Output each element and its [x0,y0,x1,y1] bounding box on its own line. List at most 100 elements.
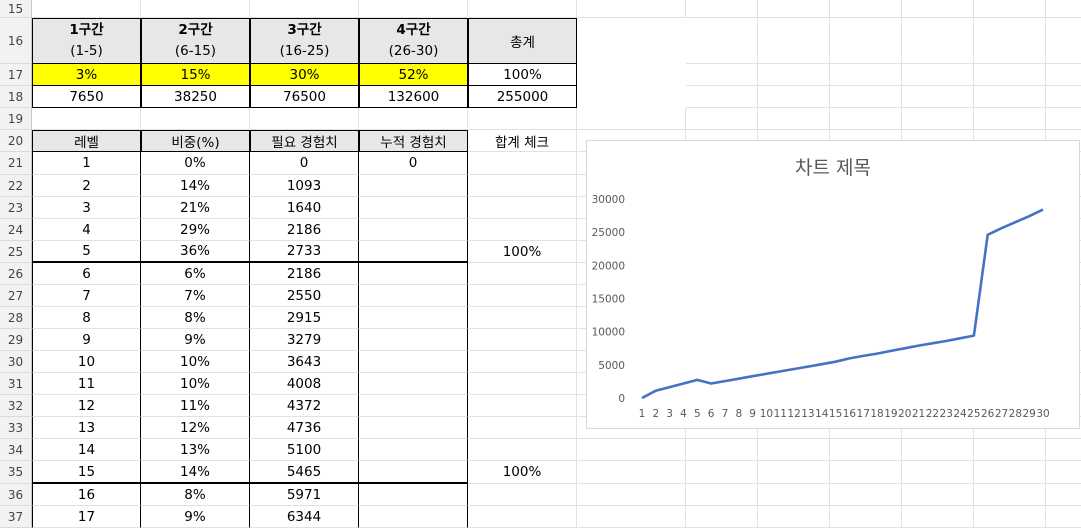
table-cell-cum[interactable] [359,219,468,241]
empty-cell[interactable] [830,0,902,18]
table-cell-level[interactable]: 6 [32,263,141,285]
empty-cell[interactable] [830,484,902,506]
section-header-2[interactable]: 2구간(6-15) [141,18,250,64]
empty-cell[interactable] [359,108,468,130]
empty-cell[interactable] [902,86,974,108]
table-cell-pct[interactable]: 14% [141,461,250,484]
table-cell-cum[interactable] [359,461,468,484]
table-cell-pct[interactable]: 21% [141,197,250,219]
table-cell-req[interactable]: 1640 [250,197,359,219]
sum-check-cell[interactable] [468,395,577,417]
table-cell-pct[interactable]: 9% [141,329,250,351]
table-cell-pct[interactable]: 12% [141,417,250,439]
table-cell-req[interactable]: 5465 [250,461,359,484]
empty-cell[interactable] [830,108,902,130]
empty-cell[interactable] [974,0,1046,18]
row-header[interactable]: 18 [0,86,32,108]
sum-check-cell[interactable] [468,484,577,506]
empty-cell[interactable] [577,506,686,528]
table-cell-level[interactable]: 16 [32,484,141,506]
section-amount-cell[interactable]: 76500 [250,86,359,108]
empty-cell[interactable] [468,108,577,130]
empty-cell[interactable] [902,484,974,506]
sum-check-cell[interactable] [468,329,577,351]
empty-cell[interactable] [1046,18,1081,64]
empty-cell[interactable] [830,439,902,461]
row-header[interactable]: 17 [0,64,32,86]
table-cell-cum[interactable] [359,506,468,528]
table-cell-cum[interactable] [359,241,468,263]
table-cell-req[interactable]: 6344 [250,506,359,528]
section-header-4[interactable]: 4구간(26-30) [359,18,468,64]
table-cell-level[interactable]: 4 [32,219,141,241]
section-percent-cell[interactable]: 30% [250,64,359,86]
sum-check-cell[interactable] [468,439,577,461]
table-cell-pct[interactable]: 6% [141,263,250,285]
row-header[interactable]: 15 [0,0,32,18]
row-header[interactable]: 26 [0,263,32,285]
sum-check-cell[interactable]: 100% [468,461,577,484]
row-header[interactable]: 28 [0,307,32,329]
empty-cell[interactable] [758,461,830,484]
sum-check-cell[interactable] [468,197,577,219]
sum-check-cell[interactable] [468,263,577,285]
empty-cell[interactable] [902,64,974,86]
table-cell-req[interactable]: 2915 [250,307,359,329]
table-cell-req[interactable]: 4372 [250,395,359,417]
empty-cell[interactable] [686,461,758,484]
empty-cell[interactable] [250,0,359,18]
table-cell-level[interactable]: 17 [32,506,141,528]
empty-cell[interactable] [577,461,686,484]
table-cell-req[interactable]: 4736 [250,417,359,439]
empty-cell[interactable] [1046,506,1081,528]
empty-cell[interactable] [758,439,830,461]
section-amount-cell[interactable]: 38250 [141,86,250,108]
sum-check-cell[interactable] [468,152,577,175]
empty-cell[interactable] [250,108,359,130]
empty-cell[interactable] [974,484,1046,506]
table-cell-req[interactable]: 2733 [250,241,359,263]
empty-cell[interactable] [830,18,902,64]
table-cell-pct[interactable]: 14% [141,175,250,197]
table-cell-level[interactable]: 14 [32,439,141,461]
table-cell-level[interactable]: 1 [32,152,141,175]
empty-cell[interactable] [758,506,830,528]
table-cell-req[interactable]: 2186 [250,219,359,241]
empty-cell[interactable] [1046,86,1081,108]
table-cell-req[interactable]: 1093 [250,175,359,197]
empty-cell[interactable] [1046,64,1081,86]
table-cell-pct[interactable]: 11% [141,395,250,417]
empty-cell[interactable] [974,86,1046,108]
sum-check-cell[interactable]: 100% [468,241,577,263]
empty-cell[interactable] [758,0,830,18]
table-header-2[interactable]: 필요 경험치 [250,130,359,152]
empty-cell[interactable] [902,506,974,528]
empty-cell[interactable] [686,86,758,108]
empty-cell[interactable] [1046,108,1081,130]
table-header-3[interactable]: 누적 경험치 [359,130,468,152]
table-cell-level[interactable]: 9 [32,329,141,351]
row-header[interactable]: 25 [0,241,32,263]
empty-cell[interactable] [974,108,1046,130]
table-cell-level[interactable]: 7 [32,285,141,307]
empty-cell[interactable] [686,506,758,528]
row-header[interactable]: 34 [0,439,32,461]
table-cell-pct[interactable]: 7% [141,285,250,307]
row-header[interactable]: 29 [0,329,32,351]
total-percent-cell[interactable]: 100% [468,64,577,86]
section-amount-cell[interactable]: 7650 [32,86,141,108]
empty-cell[interactable] [830,86,902,108]
sum-check-cell[interactable] [468,506,577,528]
table-cell-req[interactable]: 5100 [250,439,359,461]
empty-cell[interactable] [974,506,1046,528]
table-cell-level[interactable]: 8 [32,307,141,329]
table-cell-cum[interactable] [359,395,468,417]
row-header[interactable]: 23 [0,197,32,219]
section-percent-cell[interactable]: 52% [359,64,468,86]
empty-cell[interactable] [577,0,686,18]
sum-check-cell[interactable] [468,351,577,373]
table-cell-cum[interactable]: 0 [359,152,468,175]
row-header[interactable]: 36 [0,484,32,506]
empty-cell[interactable] [902,461,974,484]
empty-cell[interactable] [686,108,758,130]
